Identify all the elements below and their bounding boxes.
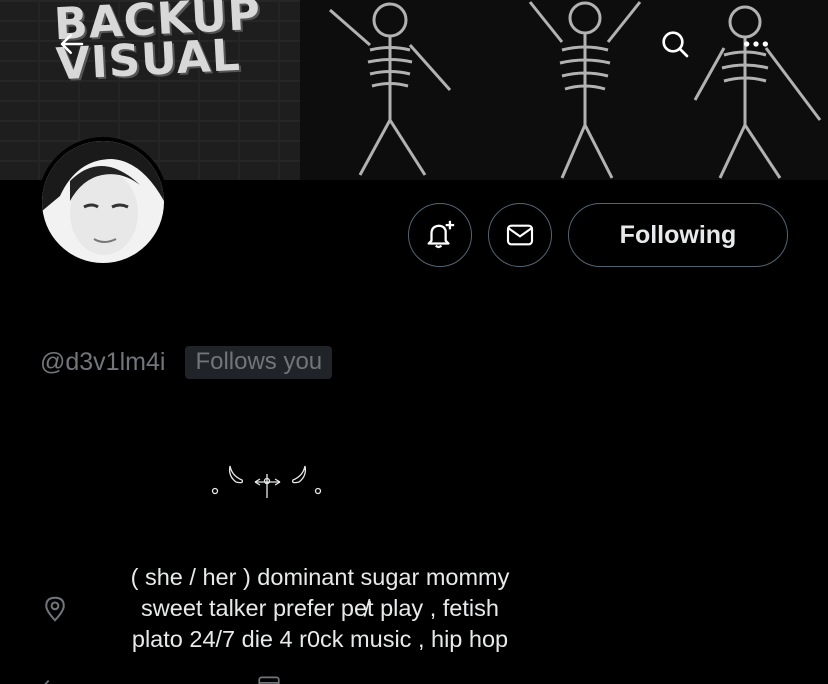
profile-bio: ( she / her ) dominant sugar mommy sweet…: [80, 562, 560, 655]
link-icon: [44, 680, 50, 684]
profile-meta-row: [40, 672, 282, 684]
location-pin-icon: [45, 596, 65, 622]
search-button[interactable]: [655, 24, 695, 64]
more-options-button[interactable]: [736, 24, 776, 64]
bio-line: ( she / her ) dominant sugar mommy: [130, 564, 510, 590]
bio-line: plato 24/7 die 4 r0ck music , hip hop: [131, 626, 509, 652]
follows-you-badge: Follows you: [185, 346, 333, 379]
following-button[interactable]: Following: [568, 203, 788, 267]
arrow-left-icon: [60, 34, 84, 54]
following-label: Following: [619, 220, 737, 249]
bio-line: sweet talker prefer pe̸t play , fetish: [141, 595, 499, 621]
handle-row: @d3v1lm4i Follows you: [40, 346, 333, 379]
avatar-portrait: [42, 141, 164, 263]
search-icon: [662, 31, 689, 58]
calendar-icon: [258, 676, 280, 684]
bell-plus-icon: [427, 220, 455, 249]
bio-decoration: [211, 465, 322, 498]
envelope-icon: [506, 224, 534, 246]
avatar[interactable]: [38, 137, 168, 267]
notifications-button[interactable]: [408, 203, 472, 267]
back-button[interactable]: [52, 24, 92, 64]
user-handle: @d3v1lm4i: [40, 348, 166, 376]
more-horizontal-icon: [744, 41, 768, 47]
message-button[interactable]: [488, 203, 552, 267]
